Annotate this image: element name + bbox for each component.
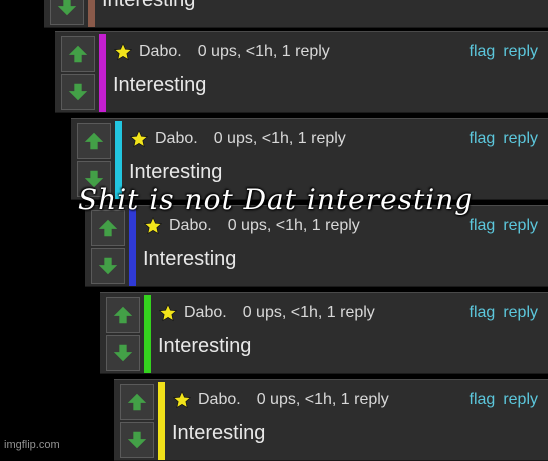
comment-body: Interesting	[113, 74, 207, 96]
comment-stats: 0 ups, <1h, 1 reply	[242, 304, 375, 321]
arrow-down-icon	[68, 83, 88, 101]
arrow-up-icon	[98, 219, 118, 237]
downvote-button[interactable]	[91, 248, 125, 284]
reply-link[interactable]: reply	[503, 391, 538, 409]
reply-link[interactable]: reply	[503, 130, 538, 148]
comment-card: Dabo. 0 ups, <1h, 1 reply flag reply Int…	[114, 379, 548, 461]
thread-depth-bar	[158, 382, 165, 460]
flag-link[interactable]: flag	[470, 391, 496, 409]
upvote-button[interactable]	[77, 123, 111, 159]
comment-card: Dabo. 0 ups, <1h, 1 reply flag reply Int…	[55, 31, 548, 113]
reply-link[interactable]: reply	[503, 304, 538, 322]
arrow-up-icon	[68, 45, 88, 63]
downvote-button[interactable]	[120, 422, 154, 458]
star-icon	[172, 390, 192, 409]
upvote-button[interactable]	[106, 297, 140, 333]
flag-link[interactable]: flag	[470, 217, 496, 235]
downvote-button[interactable]	[50, 0, 84, 25]
star-icon	[113, 42, 133, 61]
username[interactable]: Dabo.	[155, 130, 198, 148]
username[interactable]: Dabo.	[198, 391, 241, 409]
arrow-down-icon	[57, 0, 77, 16]
comment-body: Interesting	[143, 248, 237, 270]
thread-depth-bar	[144, 295, 151, 373]
arrow-down-icon	[113, 344, 133, 362]
thread-depth-bar	[129, 208, 136, 286]
flag-link[interactable]: flag	[470, 130, 496, 148]
upvote-button[interactable]	[61, 36, 95, 72]
thread-depth-bar	[99, 34, 106, 112]
arrow-up-icon	[84, 132, 104, 150]
comment-body: Interesting	[129, 161, 223, 183]
flag-link[interactable]: flag	[470, 43, 496, 61]
comment-card: Dabo. 0 ups, <1h, 1 reply flag reply Int…	[85, 205, 548, 287]
watermark: imgflip.com	[4, 439, 60, 451]
flag-link[interactable]: flag	[470, 304, 496, 322]
meme-caption: Shit is not Dat interesting	[78, 183, 474, 216]
arrow-down-icon	[127, 431, 147, 449]
username[interactable]: Dabo.	[169, 217, 212, 235]
reply-link[interactable]: reply	[503, 217, 538, 235]
comment-body: Interesting	[158, 335, 252, 357]
downvote-button[interactable]	[106, 335, 140, 371]
comment-stats: 0 ups, <1h, 1 reply	[197, 43, 330, 60]
downvote-button[interactable]	[61, 74, 95, 110]
comment-stats: 0 ups, <1h, 1 reply	[213, 130, 346, 147]
comment-meta: Dabo. 0 ups, <1h, 1 reply flag reply	[143, 214, 538, 238]
comment-card: Interesting	[44, 0, 548, 28]
comment-meta: Dabo. 0 ups, <1h, 1 reply flag reply	[158, 301, 538, 325]
comment-stats: 0 ups, <1h, 1 reply	[256, 391, 389, 408]
comment-stats: 0 ups, <1h, 1 reply	[227, 217, 360, 234]
comment-body: Interesting	[172, 422, 266, 444]
username[interactable]: Dabo.	[184, 304, 227, 322]
arrow-up-icon	[113, 306, 133, 324]
star-icon	[129, 129, 149, 148]
thread-depth-bar	[88, 0, 95, 27]
comment-meta: Dabo. 0 ups, <1h, 1 reply flag reply	[172, 388, 538, 412]
comment-card: Dabo. 0 ups, <1h, 1 reply flag reply Int…	[100, 292, 548, 374]
arrow-up-icon	[127, 393, 147, 411]
arrow-down-icon	[98, 257, 118, 275]
comment-meta: Dabo. 0 ups, <1h, 1 reply flag reply	[113, 40, 538, 64]
comment-meta: Dabo. 0 ups, <1h, 1 reply flag reply	[129, 127, 538, 151]
upvote-button[interactable]	[120, 384, 154, 420]
username[interactable]: Dabo.	[139, 43, 182, 61]
star-icon	[158, 303, 178, 322]
comment-body: Interesting	[102, 0, 196, 11]
reply-link[interactable]: reply	[503, 43, 538, 61]
star-icon	[143, 216, 163, 235]
